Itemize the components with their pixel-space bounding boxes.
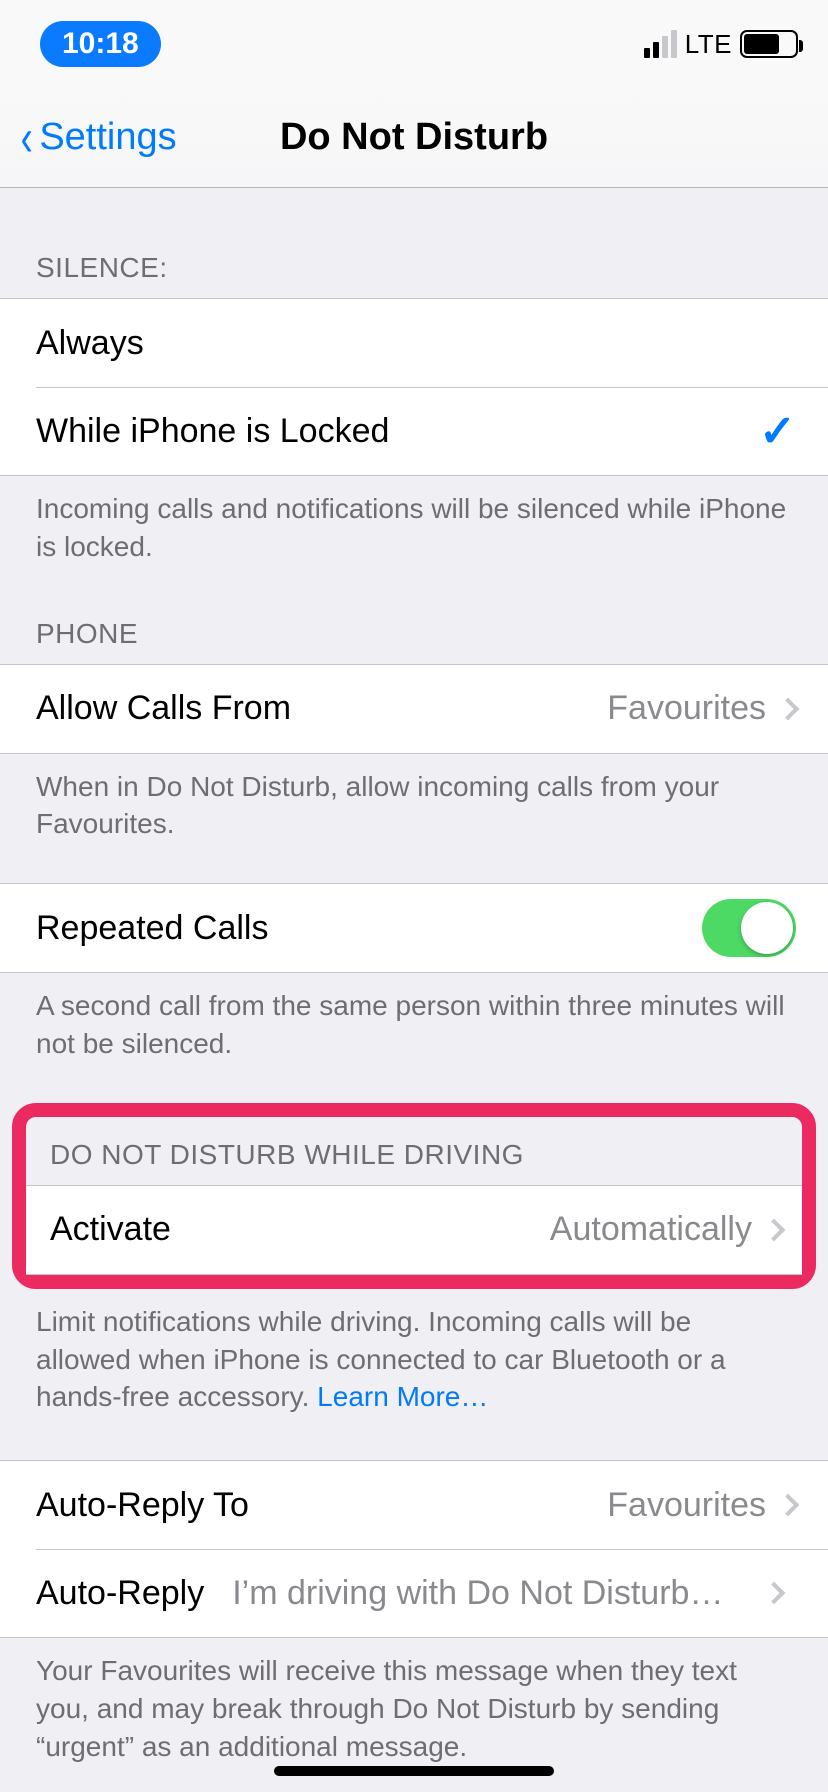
allow-calls-group: Allow Calls From Favourites — [0, 664, 828, 754]
auto-reply-label: Auto-Reply — [36, 1574, 204, 1613]
auto-reply-to-value: Favourites — [607, 1486, 766, 1525]
auto-reply-to-label: Auto-Reply To — [36, 1486, 607, 1525]
status-indicators: LTE — [644, 29, 798, 60]
auto-reply-footer: Your Favourites will receive this messag… — [0, 1638, 828, 1765]
activate-row[interactable]: Activate Automatically — [26, 1186, 802, 1274]
silence-always[interactable]: Always — [0, 299, 828, 387]
repeated-calls-toggle[interactable] — [702, 899, 796, 957]
learn-more-link[interactable]: Learn More… — [317, 1381, 488, 1412]
back-button[interactable]: ‹ Settings — [0, 116, 177, 159]
allow-calls-from[interactable]: Allow Calls From Favourites — [0, 665, 828, 753]
silence-while-locked[interactable]: While iPhone is Locked ✓ — [0, 387, 828, 475]
silence-footer: Incoming calls and notifications will be… — [0, 476, 828, 566]
repeated-calls[interactable]: Repeated Calls — [0, 884, 828, 972]
auto-reply-group: Auto-Reply To Favourites Auto-Reply I’m … — [0, 1460, 828, 1638]
silence-always-label: Always — [36, 324, 796, 363]
chevron-right-icon — [763, 1582, 786, 1605]
signal-icon — [644, 30, 677, 58]
chevron-right-icon — [777, 1494, 800, 1517]
allow-calls-value: Favourites — [607, 689, 766, 728]
activate-group: Activate Automatically — [26, 1185, 802, 1275]
auto-reply-value: I’m driving with Do Not Disturb… — [232, 1574, 752, 1613]
allow-calls-footer: When in Do Not Disturb, allow incoming c… — [0, 754, 828, 844]
silence-locked-label: While iPhone is Locked — [36, 412, 759, 451]
home-indicator[interactable] — [274, 1766, 554, 1776]
auto-reply-to[interactable]: Auto-Reply To Favourites — [0, 1461, 828, 1549]
repeated-calls-group: Repeated Calls — [0, 883, 828, 973]
silence-options: Always While iPhone is Locked ✓ — [0, 298, 828, 476]
network-label: LTE — [685, 29, 732, 60]
driving-footer: Limit notifications while driving. Incom… — [0, 1289, 828, 1416]
section-header-driving: Do Not Disturb While Driving — [26, 1117, 802, 1185]
battery-icon — [740, 30, 798, 58]
auto-reply[interactable]: Auto-Reply I’m driving with Do Not Distu… — [0, 1549, 828, 1637]
allow-calls-label: Allow Calls From — [36, 689, 607, 728]
activate-value: Automatically — [550, 1210, 752, 1249]
driving-highlight: Do Not Disturb While Driving Activate Au… — [12, 1103, 816, 1289]
chevron-right-icon — [763, 1218, 786, 1241]
navigation-bar: ‹ Settings Do Not Disturb — [0, 88, 828, 188]
repeated-calls-label: Repeated Calls — [36, 909, 702, 948]
section-header-silence: Silence: — [0, 188, 828, 298]
activate-label: Activate — [50, 1210, 550, 1249]
back-label: Settings — [39, 116, 176, 159]
checkmark-icon: ✓ — [759, 406, 796, 457]
status-bar: 10:18 LTE — [0, 0, 828, 88]
status-time: 10:18 — [40, 21, 161, 67]
section-header-phone: Phone — [0, 566, 828, 664]
chevron-right-icon — [777, 697, 800, 720]
repeated-calls-footer: A second call from the same person withi… — [0, 973, 828, 1063]
